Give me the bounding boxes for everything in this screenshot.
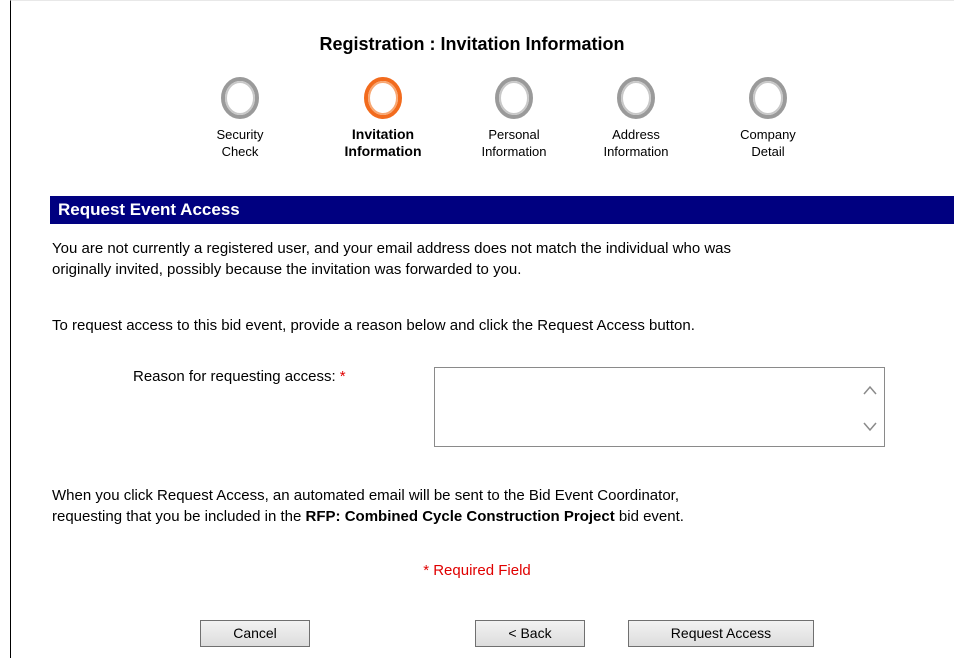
step-ring-icon <box>495 77 533 119</box>
page-title: Registration : Invitation Information <box>319 34 625 54</box>
notice-line: requesting that you be included in the R… <box>52 506 947 527</box>
request-access-button[interactable]: Request Access <box>628 620 814 647</box>
step-label-line1: Address <box>612 127 660 142</box>
scroll-up-icon[interactable] <box>862 383 878 397</box>
step-security-check: Security Check <box>180 76 300 160</box>
step-label-line1: Company <box>740 127 796 142</box>
step-personal-information: Personal Information <box>454 76 574 160</box>
step-ring-icon <box>221 77 259 119</box>
step-company-detail: Company Detail <box>708 76 828 160</box>
intro-line: originally invited, possibly because the… <box>52 261 522 278</box>
intro-text: You are not currently a registered user,… <box>52 238 947 280</box>
step-ring-icon <box>749 77 787 119</box>
instruction-text: To request access to this bid event, pro… <box>52 317 695 334</box>
step-label-line1: Invitation <box>351 126 415 142</box>
reason-label: Reason for requesting access: * <box>133 368 346 385</box>
notice-text: When you click Request Access, an automa… <box>52 485 947 527</box>
notice-suffix: bid event. <box>618 508 684 525</box>
step-invitation-information: Invitation Information <box>323 76 443 160</box>
step-label: Invitation Information <box>323 126 443 160</box>
step-label-line2: Information <box>603 144 669 159</box>
step-address-information: Address Information <box>576 76 696 160</box>
step-ring-icon <box>617 77 655 119</box>
step-label: Personal Information <box>454 126 574 160</box>
back-button[interactable]: < Back <box>475 620 585 647</box>
required-field-note: * Required Field <box>423 562 531 579</box>
notice-line: When you click Request Access, an automa… <box>52 487 679 504</box>
required-asterisk: * <box>339 368 346 385</box>
scroll-down-icon[interactable] <box>862 420 878 434</box>
event-name: RFP: Combined Cycle Construction Project <box>305 508 615 525</box>
reason-label-text: Reason for requesting access: <box>133 368 336 385</box>
cancel-button[interactable]: Cancel <box>200 620 310 647</box>
step-label-line2: Information <box>481 144 547 159</box>
intro-line: You are not currently a registered user,… <box>52 240 731 257</box>
step-label-line1: Security <box>216 127 264 142</box>
step-label: Security Check <box>180 126 300 160</box>
reason-textarea[interactable] <box>434 367 885 447</box>
notice-prefix: requesting that you be included in the <box>52 508 302 525</box>
step-label: Address Information <box>576 126 696 160</box>
section-header: Request Event Access <box>50 196 954 224</box>
step-ring-active-icon <box>364 77 402 119</box>
step-label-line2: Detail <box>751 144 785 159</box>
step-label: Company Detail <box>708 126 828 160</box>
step-label-line2: Check <box>221 144 259 159</box>
step-label-line2: Information <box>344 143 422 159</box>
step-label-line1: Personal <box>488 127 540 142</box>
